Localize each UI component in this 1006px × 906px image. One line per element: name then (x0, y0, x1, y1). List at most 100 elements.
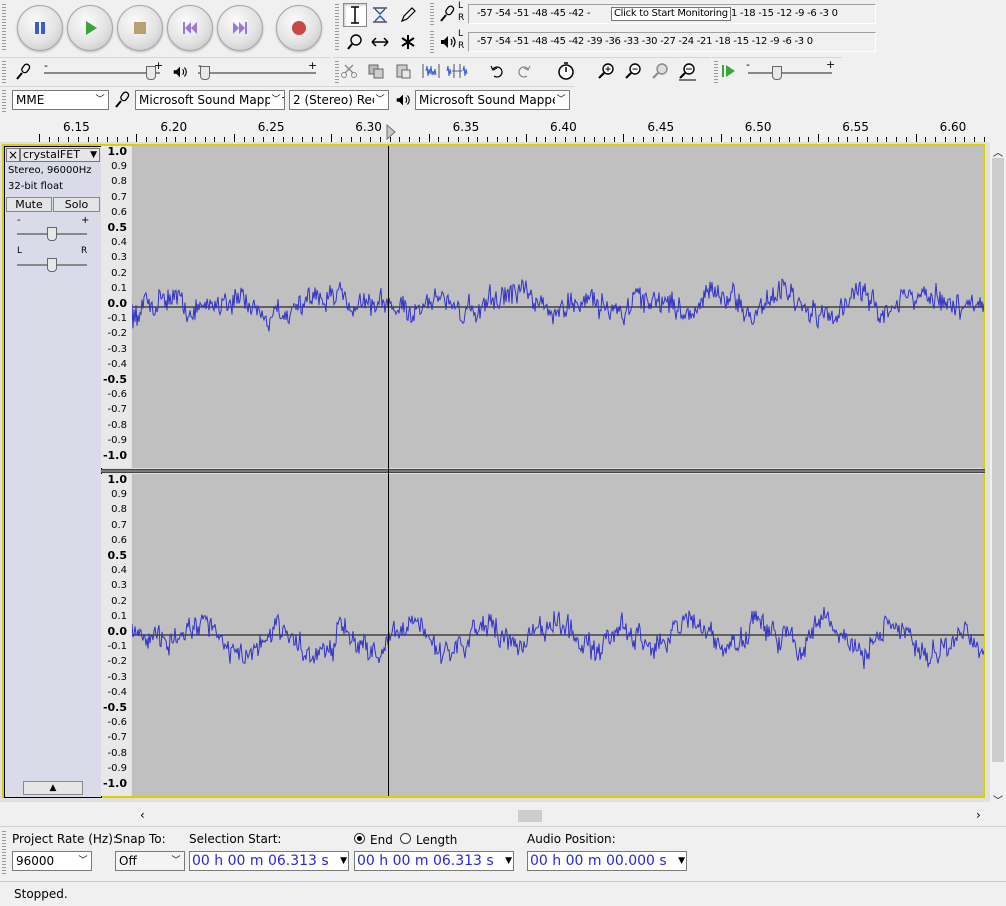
track-name-menu[interactable]: crystalFET ▼ (20, 148, 100, 162)
solo-button[interactable]: Solo (53, 197, 100, 212)
fit-project-button[interactable] (675, 59, 699, 83)
record-button[interactable] (276, 5, 322, 51)
status-text: Stopped. (14, 887, 68, 901)
vertical-scrollbar[interactable]: ︿ ﹀ (990, 142, 1006, 808)
multi-tool-button[interactable] (396, 30, 420, 54)
ruler-tick-label: 6.25 (257, 120, 285, 134)
record-volume-slider[interactable] (44, 72, 160, 74)
undo-button[interactable] (485, 59, 509, 83)
track-area: × crystalFET ▼ Stereo, 96000Hz 32-bit fl… (0, 142, 990, 802)
snap-to-select[interactable]: Off ﹀ (115, 851, 185, 871)
play-icon (86, 21, 97, 35)
input-channels-select[interactable]: 2 (Stereo) Recc ﹀ (289, 90, 389, 110)
copy-button[interactable] (364, 59, 388, 83)
toolbar-grip[interactable] (2, 90, 6, 112)
audio-host-select[interactable]: MME ﹀ (12, 90, 109, 110)
dropdown-arrow-icon: ▼ (340, 856, 347, 866)
ruler-tick-label: 6.60 (939, 120, 967, 134)
timeline-ruler[interactable]: 6.15 6.20 6.25 6.30 6.35 6.40 6.45 6.50 6.55 6.60 (0, 115, 1006, 143)
cut-button[interactable] (337, 59, 361, 83)
mute-button[interactable]: Mute (6, 197, 52, 212)
yaxis-label: 0.9 (111, 161, 127, 173)
toolbar-grip[interactable] (430, 3, 434, 25)
length-radio[interactable] (400, 833, 411, 844)
yaxis-label: -0.8 (107, 419, 127, 431)
zoom-tool-button[interactable] (343, 30, 367, 54)
play-at-speed-button[interactable] (716, 59, 740, 83)
collapse-track-button[interactable]: ▲ (23, 781, 83, 795)
draw-tool-button[interactable] (396, 3, 420, 27)
sync-lock-button[interactable] (554, 59, 578, 83)
paste-button[interactable] (391, 59, 415, 83)
redo-icon (518, 65, 531, 78)
scroll-left-arrow-icon[interactable]: ‹ (140, 808, 145, 822)
project-rate-select[interactable]: 96000 ﹀ (12, 851, 92, 871)
i-beam-icon (351, 6, 359, 24)
gain-slider-thumb[interactable] (47, 227, 57, 241)
pause-button[interactable] (17, 5, 63, 51)
record-volume-thumb[interactable] (146, 66, 156, 80)
record-meter-scale: -57 -54 -51 -48 -45 -42 - (477, 8, 591, 19)
selection-tool-button[interactable] (343, 3, 367, 27)
playback-speed-thumb[interactable] (772, 66, 782, 80)
scroll-thumb[interactable] (992, 158, 1004, 762)
microphone-icon (16, 63, 31, 80)
edit-toolbar (333, 57, 711, 86)
selection-end-time[interactable]: 00 h 00 m 06.313 s ▼ (354, 851, 514, 871)
horizontal-scrollbar[interactable]: ‹ › (132, 808, 990, 824)
record-meter-button[interactable] (436, 2, 460, 26)
envelope-tool-button[interactable] (368, 3, 392, 27)
stop-button[interactable] (117, 5, 163, 51)
trim-icon (422, 64, 440, 78)
timeshift-tool-button[interactable] (368, 30, 392, 54)
scroll-thumb[interactable] (518, 810, 542, 822)
record-meter[interactable]: -57 -54 -51 -48 -45 -42 - Click to Start… (468, 4, 876, 24)
playback-volume-thumb[interactable] (200, 66, 210, 80)
monitoring-tooltip: Click to Start Monitoring (611, 7, 731, 21)
toolbar-grip[interactable] (2, 4, 6, 52)
yaxis-label: 0.3 (111, 580, 127, 592)
audio-position-time[interactable]: 00 h 00 m 00.000 s ▼ (527, 851, 687, 871)
channel-left-waveform[interactable] (132, 146, 984, 468)
toolbar-grip[interactable] (430, 31, 434, 53)
toolbar-grip[interactable] (2, 61, 6, 83)
skip-to-end-button[interactable] (217, 5, 263, 51)
silence-audio-button[interactable] (445, 59, 469, 83)
output-device-select[interactable]: Microsoft Sound Mapper ﹀ (415, 90, 570, 110)
end-radio[interactable] (354, 833, 365, 844)
playback-volume-slider[interactable] (198, 72, 316, 74)
scissors-icon (341, 64, 357, 78)
scroll-down-arrow-icon[interactable]: ﹀ (993, 792, 1003, 807)
ruler-tick-mark (233, 134, 235, 142)
selection-start-time[interactable]: 00 h 00 m 06.313 s ▼ (189, 851, 349, 871)
radio-dot (357, 836, 362, 841)
track-control-panel[interactable]: × crystalFET ▼ Stereo, 96000Hz 32-bit fl… (4, 146, 102, 798)
redo-button[interactable] (512, 59, 536, 83)
asterisk-icon (401, 35, 415, 49)
toolbar-grip[interactable] (2, 831, 6, 875)
channel-right-waveform[interactable] (132, 474, 984, 796)
zoom-in-button[interactable] (594, 59, 618, 83)
dropdown-arrow-icon: ▼ (505, 856, 512, 866)
trim-audio-button[interactable] (419, 59, 443, 83)
project-rate-label: Project Rate (Hz): (12, 832, 117, 846)
record-meter-scale-tail: 1 -18 -15 -12 -9 -6 -3 0 (731, 8, 838, 19)
playback-meter[interactable]: -57 -54 -51 -48 -45 -42 -39 -36 -33 -30 … (468, 32, 876, 52)
track-close-button[interactable]: × (6, 148, 20, 162)
pan-slider-thumb[interactable] (47, 258, 57, 272)
track-format: Stereo, 96000Hz (8, 165, 92, 176)
fit-selection-button[interactable] (648, 59, 672, 83)
stop-icon (134, 22, 146, 34)
scroll-right-arrow-icon[interactable]: › (976, 808, 981, 822)
device-toolbar: MME ﹀ Microsoft Sound Mapper ﹀ 2 (Stereo) … (0, 86, 574, 114)
input-device-icon (111, 88, 135, 112)
input-device-select[interactable]: Microsoft Sound Mapper ﹀ (135, 90, 285, 110)
playback-meter-button[interactable] (436, 30, 460, 54)
pencil-icon (400, 7, 416, 23)
scroll-up-arrow-icon[interactable]: ︿ (993, 144, 1003, 159)
skip-to-start-button[interactable] (167, 5, 213, 51)
zoom-out-button[interactable] (621, 59, 645, 83)
play-button[interactable] (67, 5, 113, 51)
playback-speed-slider[interactable] (748, 72, 832, 74)
toolbar-grip[interactable] (335, 4, 339, 52)
